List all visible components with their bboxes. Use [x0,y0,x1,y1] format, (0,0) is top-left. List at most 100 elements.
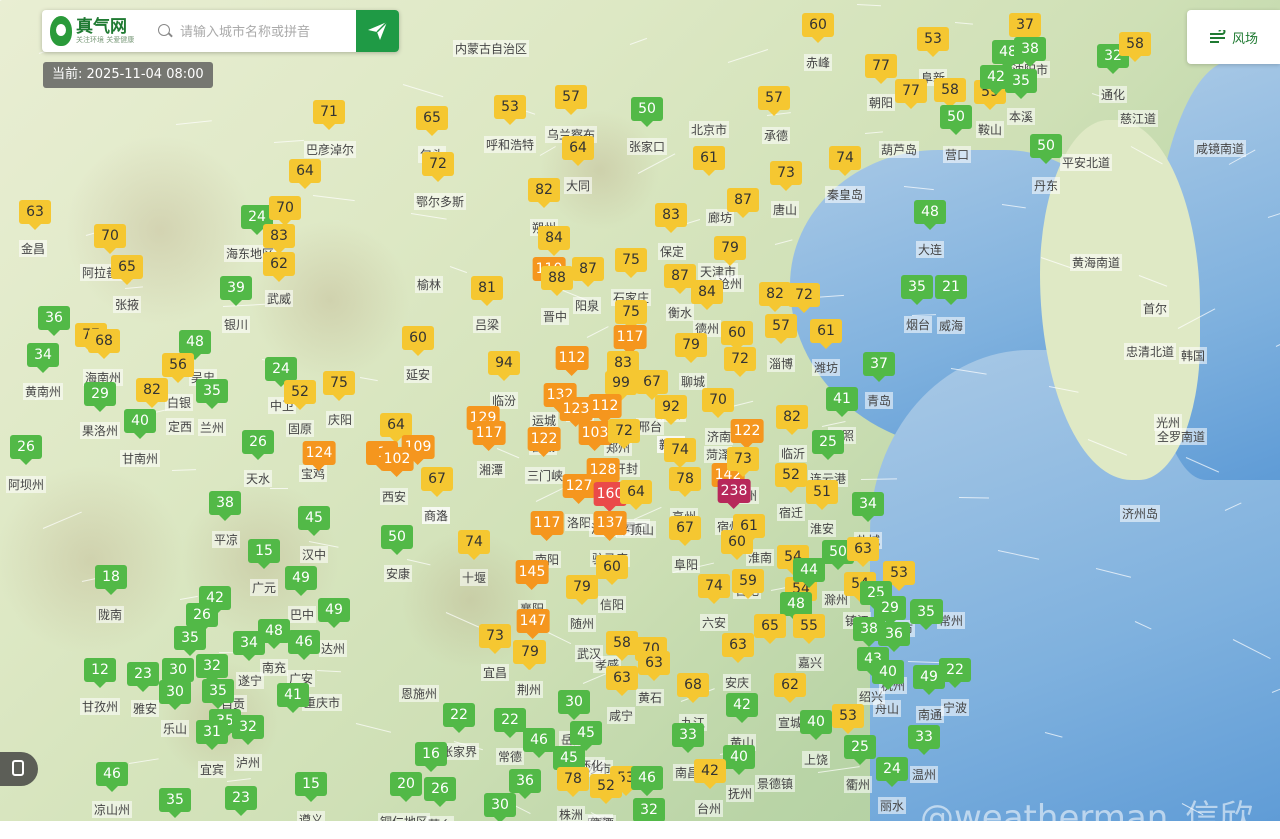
aqi-marker[interactable]: 49 [913,665,945,695]
aqi-marker[interactable]: 61 [810,319,842,349]
aqi-marker[interactable]: 57 [765,314,797,344]
aqi-marker[interactable]: 74 [664,438,696,468]
aqi-marker[interactable]: 18 [95,565,127,595]
aqi-marker[interactable]: 30 [159,680,191,710]
aqi-marker[interactable]: 57 [555,85,587,115]
aqi-marker[interactable]: 58 [934,78,966,108]
aqi-marker[interactable]: 55 [793,614,825,644]
aqi-marker[interactable]: 83 [655,203,687,233]
locate-button[interactable] [0,752,38,786]
aqi-marker[interactable]: 65 [111,255,143,285]
aqi-marker[interactable]: 26 [424,777,456,807]
aqi-marker[interactable]: 35 [174,626,206,656]
aqi-marker[interactable]: 77 [865,54,897,84]
aqi-marker[interactable]: 68 [88,329,120,359]
aqi-marker[interactable]: 33 [672,723,704,753]
aqi-marker[interactable]: 147 [516,609,550,639]
aqi-marker[interactable]: 75 [615,300,647,330]
aqi-marker[interactable]: 59 [732,569,764,599]
aqi-marker[interactable]: 60 [721,321,753,351]
aqi-marker[interactable]: 72 [422,152,454,182]
aqi-marker[interactable]: 82 [759,282,791,312]
aqi-marker[interactable]: 32 [232,715,264,745]
aqi-marker[interactable]: 60 [402,326,434,356]
aqi-marker[interactable]: 73 [727,447,759,477]
aqi-marker[interactable]: 64 [289,159,321,189]
aqi-marker[interactable]: 46 [288,630,320,660]
aqi-marker[interactable]: 35 [202,679,234,709]
aqi-marker[interactable]: 53 [832,704,864,734]
aqi-marker[interactable]: 64 [620,480,652,510]
aqi-marker[interactable]: 46 [523,728,555,758]
aqi-marker[interactable]: 84 [691,280,723,310]
aqi-marker[interactable]: 53 [494,95,526,125]
aqi-marker[interactable]: 103 [578,421,612,451]
aqi-marker[interactable]: 35 [159,788,191,818]
aqi-marker[interactable]: 58 [1119,32,1151,62]
aqi-marker[interactable]: 22 [494,708,526,738]
aqi-marker[interactable]: 62 [263,252,295,282]
aqi-marker[interactable]: 63 [606,666,638,696]
aqi-marker[interactable]: 46 [96,762,128,792]
aqi-marker[interactable]: 53 [917,27,949,57]
aqi-marker[interactable]: 137 [593,511,627,541]
aqi-marker[interactable]: 26 [10,435,42,465]
aqi-marker[interactable]: 24 [265,357,297,387]
aqi-marker[interactable]: 40 [723,745,755,775]
aqi-marker[interactable]: 63 [722,633,754,663]
aqi-marker[interactable]: 112 [588,394,622,424]
aqi-marker[interactable]: 35 [1005,69,1037,99]
aqi-marker[interactable]: 15 [248,539,280,569]
aqi-marker[interactable]: 34 [852,492,884,522]
aqi-marker[interactable]: 38 [209,491,241,521]
aqi-marker[interactable]: 49 [318,598,350,628]
aqi-marker[interactable]: 34 [233,631,265,661]
aqi-marker[interactable]: 123 [559,397,593,427]
aqi-marker[interactable]: 62 [774,673,806,703]
aqi-marker[interactable]: 72 [788,283,820,313]
aqi-marker[interactable]: 22 [443,703,475,733]
aqi-marker[interactable]: 65 [754,614,786,644]
aqi-marker[interactable]: 60 [721,530,753,560]
aqi-marker[interactable]: 30 [558,690,590,720]
aqi-marker[interactable]: 36 [878,622,910,652]
aqi-marker[interactable]: 79 [514,640,546,670]
aqi-marker[interactable]: 20 [390,772,422,802]
aqi-marker[interactable]: 15 [295,772,327,802]
aqi-marker[interactable]: 35 [910,600,942,630]
aqi-marker[interactable]: 83 [263,224,295,254]
aqi-marker[interactable]: 63 [847,537,879,567]
search-input[interactable] [178,18,358,46]
aqi-marker[interactable]: 45 [298,506,330,536]
aqi-marker[interactable]: 63 [19,200,51,230]
aqi-marker[interactable]: 21 [935,275,967,305]
aqi-marker[interactable]: 37 [1009,13,1041,43]
aqi-marker[interactable]: 32 [196,654,228,684]
aqi-marker[interactable]: 67 [669,516,701,546]
aqi-marker[interactable]: 46 [631,766,663,796]
aqi-marker[interactable]: 122 [730,419,764,449]
aqi-marker[interactable]: 64 [380,413,412,443]
aqi-marker[interactable]: 61 [693,146,725,176]
aqi-marker[interactable]: 78 [669,467,701,497]
aqi-marker[interactable]: 26 [242,430,274,460]
aqi-marker[interactable]: 29 [84,382,116,412]
aqi-marker[interactable]: 74 [698,574,730,604]
aqi-marker[interactable]: 82 [136,378,168,408]
aqi-marker[interactable]: 99 [605,371,637,401]
aqi-marker[interactable]: 36 [38,306,70,336]
aqi-marker[interactable]: 35 [196,379,228,409]
aqi-marker[interactable]: 127 [562,474,596,504]
aqi-marker[interactable]: 67 [636,370,668,400]
aqi-marker[interactable]: 64 [562,136,594,166]
send-button[interactable] [356,10,399,52]
aqi-marker[interactable]: 79 [675,333,707,363]
aqi-marker[interactable]: 37 [863,352,895,382]
aqi-marker[interactable]: 72 [724,347,756,377]
wind-field-button[interactable]: 风场 [1187,10,1280,64]
aqi-marker[interactable]: 50 [381,525,413,555]
aqi-marker[interactable]: 44 [793,558,825,588]
aqi-marker[interactable]: 88 [541,266,573,296]
aqi-marker[interactable]: 51 [806,480,838,510]
aqi-marker[interactable]: 60 [596,555,628,585]
